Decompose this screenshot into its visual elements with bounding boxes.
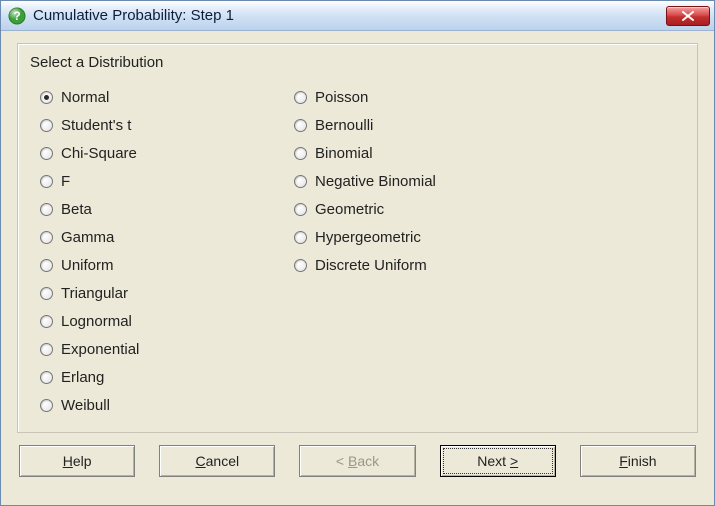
- radio-label: Normal: [61, 89, 109, 106]
- radio-label: Bernoulli: [315, 117, 373, 134]
- finish-button[interactable]: Finish: [580, 445, 696, 477]
- radio-label: Erlang: [61, 369, 104, 386]
- radio-dot-icon: [40, 343, 53, 356]
- distribution-columns: Normal Student's t Chi-Square F Beta Gamma Uni…: [30, 83, 685, 419]
- radio-label: Weibull: [61, 397, 110, 414]
- radio-dot-icon: [40, 231, 53, 244]
- radio-label: F: [61, 173, 70, 190]
- back-button: < Back: [299, 445, 415, 477]
- radio-dot-icon: [40, 147, 53, 160]
- cancel-button-label: Cancel: [196, 453, 240, 469]
- radio-label: Binomial: [315, 145, 373, 162]
- radio-label: Discrete Uniform: [315, 257, 427, 274]
- radio-label: Beta: [61, 201, 92, 218]
- radio-bernoulli[interactable]: Bernoulli: [294, 111, 590, 139]
- radio-label: Negative Binomial: [315, 173, 436, 190]
- radio-geometric[interactable]: Geometric: [294, 195, 590, 223]
- radio-label: Student's t: [61, 117, 131, 134]
- radio-dot-icon: [294, 259, 307, 272]
- titlebar: ? Cumulative Probability: Step 1: [1, 1, 714, 31]
- radio-dot-icon: [294, 231, 307, 244]
- help-button-label: Help: [63, 453, 92, 469]
- help-button[interactable]: Help: [19, 445, 135, 477]
- radio-students_t[interactable]: Student's t: [40, 111, 290, 139]
- back-button-label: < Back: [336, 453, 379, 469]
- radio-dot-icon: [40, 119, 53, 132]
- radio-triangular[interactable]: Triangular: [40, 279, 290, 307]
- radio-label: Chi-Square: [61, 145, 137, 162]
- next-button[interactable]: Next >: [440, 445, 556, 477]
- distribution-col-right: Poisson Bernoulli Binomial Negative Binomia…: [290, 83, 590, 419]
- radio-dot-icon: [40, 203, 53, 216]
- radio-binomial[interactable]: Binomial: [294, 139, 590, 167]
- radio-label: Gamma: [61, 229, 114, 246]
- radio-dot-icon: [294, 203, 307, 216]
- radio-label: Poisson: [315, 89, 368, 106]
- distribution-col-left: Normal Student's t Chi-Square F Beta Gamma Uni…: [30, 83, 290, 419]
- radio-dot-icon: [40, 287, 53, 300]
- radio-label: Geometric: [315, 201, 384, 218]
- radio-label: Hypergeometric: [315, 229, 421, 246]
- question-circle-icon: ?: [7, 6, 27, 26]
- radio-label: Exponential: [61, 341, 139, 358]
- radio-gamma[interactable]: Gamma: [40, 223, 290, 251]
- radio-dot-icon: [40, 399, 53, 412]
- radio-normal[interactable]: Normal: [40, 83, 290, 111]
- window-title: Cumulative Probability: Step 1: [33, 7, 666, 24]
- button-row: Help Cancel < Back Next > Finish: [17, 445, 698, 477]
- radio-poisson[interactable]: Poisson: [294, 83, 590, 111]
- radio-beta[interactable]: Beta: [40, 195, 290, 223]
- close-icon: [682, 11, 694, 21]
- radio-discrete_uniform[interactable]: Discrete Uniform: [294, 251, 590, 279]
- radio-dot-icon: [40, 371, 53, 384]
- radio-dot-icon: [40, 259, 53, 272]
- radio-weibull[interactable]: Weibull: [40, 391, 290, 419]
- radio-negative_binomial[interactable]: Negative Binomial: [294, 167, 590, 195]
- radio-dot-icon: [294, 147, 307, 160]
- svg-text:?: ?: [13, 9, 20, 23]
- content-panel: Select a Distribution Normal Student's t C…: [17, 43, 698, 433]
- next-button-label: Next >: [477, 453, 518, 469]
- panel-heading: Select a Distribution: [30, 54, 685, 71]
- radio-uniform[interactable]: Uniform: [40, 251, 290, 279]
- radio-lognormal[interactable]: Lognormal: [40, 307, 290, 335]
- radio-dot-icon: [294, 91, 307, 104]
- radio-label: Uniform: [61, 257, 114, 274]
- radio-label: Triangular: [61, 285, 128, 302]
- radio-f[interactable]: F: [40, 167, 290, 195]
- radio-dot-icon: [40, 175, 53, 188]
- radio-exponential[interactable]: Exponential: [40, 335, 290, 363]
- radio-dot-icon: [294, 175, 307, 188]
- radio-erlang[interactable]: Erlang: [40, 363, 290, 391]
- client-area: Select a Distribution Normal Student's t C…: [1, 31, 714, 505]
- radio-dot-icon: [40, 315, 53, 328]
- radio-label: Lognormal: [61, 313, 132, 330]
- cancel-button[interactable]: Cancel: [159, 445, 275, 477]
- dialog-window: ? Cumulative Probability: Step 1 Select …: [0, 0, 715, 506]
- radio-dot-icon: [40, 91, 53, 104]
- radio-hypergeometric[interactable]: Hypergeometric: [294, 223, 590, 251]
- radio-chi_square[interactable]: Chi-Square: [40, 139, 290, 167]
- close-button[interactable]: [666, 6, 710, 26]
- radio-dot-icon: [294, 119, 307, 132]
- finish-button-label: Finish: [619, 453, 656, 469]
